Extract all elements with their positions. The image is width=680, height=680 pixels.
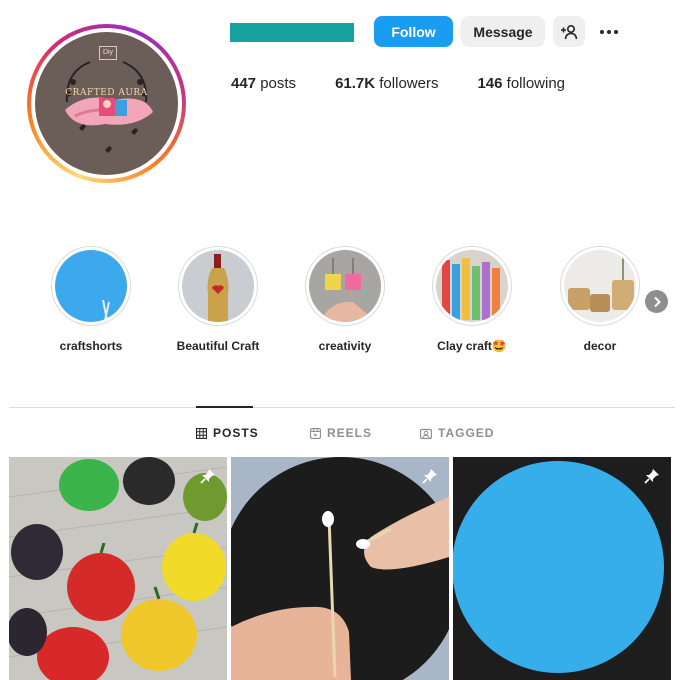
reels-icon	[310, 427, 321, 439]
highlight-decor[interactable]: decor	[560, 246, 640, 353]
avatar-image: Diy CRAFTED AURA	[35, 32, 178, 175]
tabs-divider	[9, 407, 675, 408]
tab-label: TAGGED	[438, 426, 495, 440]
highlight-cover-art	[568, 256, 634, 312]
chevron-right-icon	[653, 296, 661, 307]
highlight-ring	[178, 246, 258, 326]
tagged-icon	[420, 428, 432, 439]
pin-icon	[422, 469, 437, 484]
username-redaction	[230, 23, 354, 42]
highlight-cover-art	[207, 254, 229, 322]
message-button[interactable]: Message	[461, 16, 545, 47]
highlight-cover	[55, 250, 127, 322]
highlight-label: craftshorts	[59, 339, 123, 353]
highlight-ring	[305, 246, 385, 326]
following-stat[interactable]: 146 following	[477, 75, 565, 92]
followers-label: followers	[379, 75, 439, 92]
highlight-clay-craft[interactable]: Clay craft🤩	[432, 246, 512, 353]
more-options-button[interactable]	[596, 22, 622, 42]
highlight-label: creativity	[318, 339, 372, 353]
more-horizontal-icon	[600, 30, 604, 34]
highlight-cover	[182, 250, 254, 322]
more-dot	[607, 30, 611, 34]
add-user-button[interactable]	[553, 16, 585, 47]
avatar-logo-text: CRAFTED AURA	[65, 88, 148, 98]
person-plus-icon	[561, 24, 578, 39]
pin-icon	[644, 469, 659, 484]
highlight-cover	[309, 250, 381, 322]
post-image-peppers	[9, 457, 227, 680]
post-thumbnail[interactable]	[453, 457, 671, 680]
more-dot	[614, 30, 618, 34]
followers-count: 61.7K	[335, 75, 376, 92]
highlight-ring	[560, 246, 640, 326]
posts-count: 447	[231, 75, 257, 92]
post-image-cotton-swab	[231, 457, 449, 680]
tab-tagged[interactable]: TAGGED	[420, 426, 494, 440]
posts-stat: 447 posts	[231, 75, 296, 92]
highlight-ring	[51, 246, 131, 326]
highlights-next-button[interactable]	[645, 290, 668, 313]
highlight-craftshorts[interactable]: craftshorts	[51, 246, 131, 353]
avatar-badge: Diy	[99, 46, 117, 60]
post-thumbnail[interactable]	[231, 457, 449, 680]
post-thumbnail[interactable]	[9, 457, 227, 680]
following-label: following	[506, 75, 566, 92]
highlight-cover	[564, 250, 636, 322]
tab-label: POSTS	[213, 426, 259, 440]
grid-icon	[196, 427, 207, 439]
active-tab-indicator	[196, 406, 253, 408]
highlight-label: Beautiful Craft	[176, 339, 260, 353]
highlight-cover	[436, 250, 508, 322]
pin-icon	[200, 469, 215, 484]
highlight-beautiful-craft[interactable]: Beautiful Craft	[177, 246, 259, 353]
tab-reels[interactable]: REELS	[310, 426, 372, 440]
follow-button[interactable]: Follow	[374, 16, 453, 47]
profile-avatar[interactable]: Diy CRAFTED AURA	[27, 24, 186, 183]
highlight-label: decor	[583, 339, 617, 353]
highlight-cover-art	[102, 299, 110, 321]
followers-stat[interactable]: 61.7K followers	[335, 75, 438, 92]
highlight-cover-art	[319, 258, 377, 322]
post-image-blue-circle	[453, 457, 671, 680]
posts-label: posts	[260, 75, 297, 92]
highlight-ring	[432, 246, 512, 326]
following-count: 146	[477, 75, 503, 92]
highlight-cover-art	[442, 258, 500, 320]
avatar-gap: Diy CRAFTED AURA	[31, 28, 182, 179]
highlight-creativity[interactable]: creativity	[305, 246, 385, 353]
highlight-label: Clay craft🤩	[437, 339, 507, 353]
tab-posts[interactable]: POSTS	[196, 426, 259, 440]
profile-stats: 447 posts 61.7K followers 146 following	[231, 75, 604, 92]
tab-label: REELS	[327, 426, 373, 440]
